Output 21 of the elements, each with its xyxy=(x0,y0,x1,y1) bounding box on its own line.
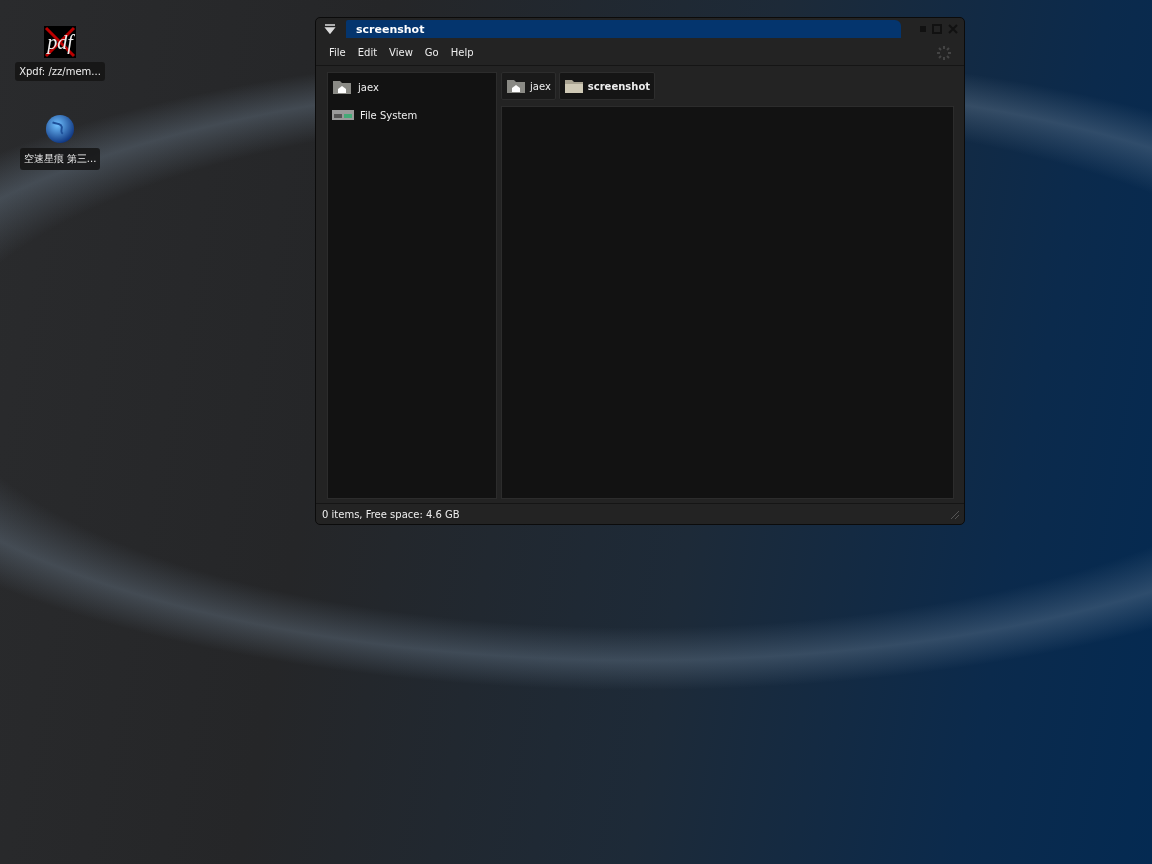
drive-icon xyxy=(332,109,354,121)
path-button[interactable]: jaex xyxy=(501,72,556,100)
throbber-icon xyxy=(936,44,952,61)
desktop-icon-label[interactable]: Xpdf: /zz/mem... xyxy=(15,62,105,81)
sidebar-item[interactable]: jaex xyxy=(328,73,496,101)
window-title: screenshot xyxy=(356,22,425,36)
home-folder-icon xyxy=(332,79,352,95)
menu-item[interactable]: Go xyxy=(424,44,445,61)
globe-icon[interactable] xyxy=(45,114,75,144)
sidebar-item[interactable]: File System xyxy=(328,101,496,129)
home-folder-icon xyxy=(506,78,526,94)
folder-icon xyxy=(563,78,584,94)
desktop-icon-label[interactable]: 空速星痕 第三... xyxy=(19,148,101,170)
window-menu-icon[interactable] xyxy=(324,24,336,34)
path-button[interactable]: screenshot xyxy=(558,72,656,100)
menu-item[interactable]: Help xyxy=(450,44,480,61)
menu-item[interactable]: View xyxy=(389,44,419,61)
status-text: 0 items, Free space: 4.6 GB xyxy=(322,508,460,520)
menu-item[interactable]: Edit xyxy=(357,44,384,61)
resize-grip-icon[interactable] xyxy=(948,508,960,520)
menu-item[interactable]: File xyxy=(329,44,352,61)
